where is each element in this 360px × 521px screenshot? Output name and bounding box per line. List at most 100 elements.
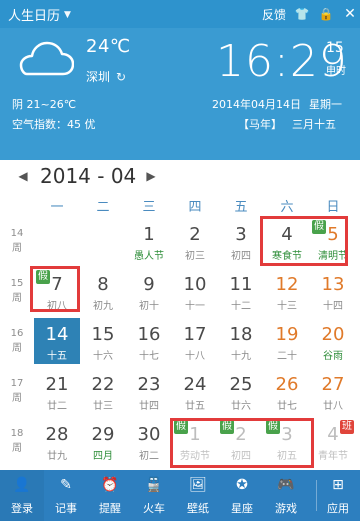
air-quality-index: 空气指数：45 优 <box>12 118 96 131</box>
day-subtext: 谷雨 <box>323 351 343 362</box>
apps-button[interactable]: ⊞ 应用 <box>316 470 360 521</box>
day-subtext: 四月 <box>93 451 113 462</box>
day-subtext: 青年节 <box>318 451 348 462</box>
week-number-value: 16 <box>10 328 24 339</box>
week-number: 16 周 <box>0 318 34 364</box>
weekday-header: 六 <box>280 199 294 215</box>
day-number: 22 <box>91 374 115 395</box>
calendar-day[interactable]: 10 十一 <box>172 268 218 314</box>
train-button[interactable]: 🚆 火车 <box>132 470 176 521</box>
calendar-day[interactable]: 23 廿四 <box>126 368 172 414</box>
calendar-day[interactable]: 20 谷雨 <box>310 318 356 364</box>
day-number: 11 <box>229 274 253 295</box>
day-number: 30 <box>137 424 161 445</box>
lock-icon[interactable]: 🔒 <box>318 6 334 22</box>
week-number-value: 18 <box>10 428 24 439</box>
apps-icon: ⊞ <box>332 477 344 493</box>
clock-seconds: 15 <box>326 40 344 56</box>
calendar-day[interactable]: 30 初二 <box>126 418 172 464</box>
week-unit: 周 <box>12 343 22 354</box>
refresh-icon[interactable]: ↻ <box>116 70 126 84</box>
shirt-icon[interactable]: 👕 <box>294 6 310 22</box>
day-number: 20 <box>321 324 345 345</box>
toolbar-label: 火车 <box>143 502 165 515</box>
day-subtext: 初三 <box>185 251 205 262</box>
reminder-button[interactable]: ⏰ 提醒 <box>88 470 132 521</box>
calendar-day[interactable]: 28 廿九 <box>34 418 80 464</box>
title-icons: 👕 🔒 ✕ <box>294 6 358 22</box>
day-number: 8 <box>97 274 109 295</box>
weather-time-header: 24℃ 深圳 ↻ 阴 21~26℃ 空气指数：45 优 16:29 15 申时 … <box>0 28 360 160</box>
calendar-day[interactable]: 班 4 青年节 <box>310 418 356 464</box>
week-number: 14 周 <box>0 218 34 264</box>
day-number: 27 <box>321 374 345 395</box>
day-number: 25 <box>229 374 253 395</box>
calendar-day[interactable]: 27 廿八 <box>310 368 356 414</box>
day-number: 12 <box>275 274 299 295</box>
day-subtext: 十八 <box>185 351 205 362</box>
weekday-header: 四 <box>188 199 202 215</box>
previous-month-button[interactable]: ◀ <box>14 167 32 185</box>
day-subtext: 愚人节 <box>134 251 164 262</box>
calendar-day[interactable]: 13 十四 <box>310 268 356 314</box>
dropdown-caret-icon: ▼ <box>64 9 71 20</box>
weekday-header: 五 <box>234 199 248 215</box>
week-unit: 周 <box>12 243 22 254</box>
wallpaper-button[interactable]: 🖼 壁纸 <box>176 470 220 521</box>
week-unit: 周 <box>12 293 22 304</box>
calendar-day[interactable]: 3 初四 <box>218 218 264 264</box>
train-icon: 🚆 <box>145 477 163 493</box>
calendar-day[interactable]: 25 廿六 <box>218 368 264 414</box>
calendar-day[interactable]: 11 十二 <box>218 268 264 314</box>
day-subtext: 廿九 <box>47 451 67 462</box>
calendar-day[interactable]: 22 廿三 <box>80 368 126 414</box>
day-subtext: 十二 <box>231 301 251 312</box>
month-label[interactable]: 2014 - 04 <box>40 164 136 188</box>
highlight-box-qingming <box>260 216 348 266</box>
calendar-day[interactable]: 9 初十 <box>126 268 172 314</box>
note-button[interactable]: ✎ 记事 <box>44 470 88 521</box>
close-icon[interactable]: ✕ <box>342 6 358 22</box>
calendar-day[interactable]: 16 十七 <box>126 318 172 364</box>
weekday-header: 二 <box>96 199 110 215</box>
lunar-day: 三月十五 <box>292 118 336 131</box>
calendar-day[interactable]: 29 四月 <box>80 418 126 464</box>
toolbar-label: 记事 <box>55 502 77 515</box>
horoscope-button[interactable]: ✪ 星座 <box>220 470 264 521</box>
calendar-day[interactable]: 15 十六 <box>80 318 126 364</box>
day-number: 10 <box>183 274 207 295</box>
day-subtext: 廿六 <box>231 401 251 412</box>
next-month-button[interactable]: ▶ <box>142 167 160 185</box>
toolbar-divider <box>316 480 317 511</box>
calendar-day[interactable]: 18 十九 <box>218 318 264 364</box>
calendar-day[interactable]: 12 十三 <box>264 268 310 314</box>
day-subtext: 十三 <box>277 301 297 312</box>
calendar-day[interactable]: 2 初三 <box>172 218 218 264</box>
feedback-link[interactable]: 反馈 <box>262 6 286 23</box>
note-icon: ✎ <box>60 477 72 493</box>
login-button[interactable]: 👤 登录 <box>0 470 44 521</box>
calendar-day[interactable]: 17 十八 <box>172 318 218 364</box>
calendar-day[interactable]: 26 廿七 <box>264 368 310 414</box>
title-bar: 人生日历 ▼ 反馈 👕 🔒 ✕ <box>0 0 360 28</box>
day-number: 26 <box>275 374 299 395</box>
bottom-toolbar: 👤 登录 ✎ 记事 ⏰ 提醒 🚆 火车 🖼 壁纸 ✪ 星座 🎮 游戏 ⊞ 应用 <box>0 470 360 521</box>
current-temperature: 24℃ <box>86 36 131 57</box>
calendar-day[interactable]: 24 廿五 <box>172 368 218 414</box>
day-subtext: 十四 <box>323 301 343 312</box>
calendar-day[interactable]: 8 初九 <box>80 268 126 314</box>
calendar-day[interactable]: 21 廿二 <box>34 368 80 414</box>
calendar-day[interactable]: 1 愚人节 <box>126 218 172 264</box>
toolbar-label: 壁纸 <box>187 502 209 515</box>
calendar-day[interactable]: 14 十五 <box>34 318 80 364</box>
games-button[interactable]: 🎮 游戏 <box>264 470 308 521</box>
day-subtext: 廿八 <box>323 401 343 412</box>
weather-range: 阴 21~26℃ <box>12 98 77 111</box>
city[interactable]: 深圳 ↻ <box>86 68 126 85</box>
clock-period: 申时 <box>326 66 346 77</box>
app-title[interactable]: 人生日历 ▼ <box>8 5 71 24</box>
week-number: 15 周 <box>0 268 34 314</box>
day-number: 29 <box>91 424 115 445</box>
day-subtext: 初九 <box>93 301 113 312</box>
calendar-day[interactable]: 19 二十 <box>264 318 310 364</box>
